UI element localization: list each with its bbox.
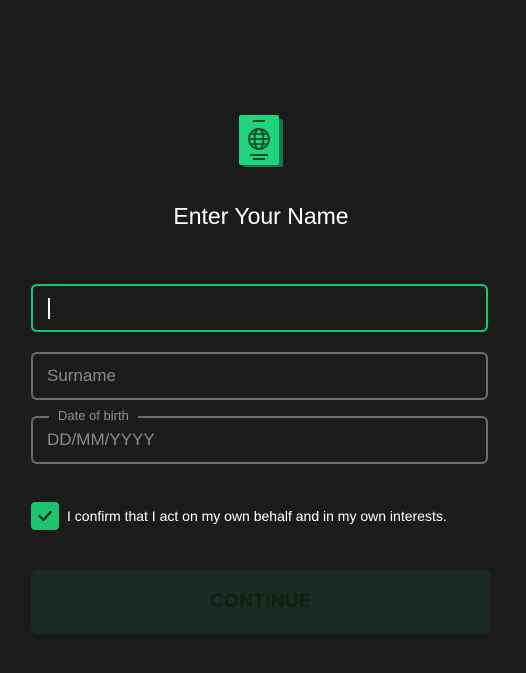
- first-name-input[interactable]: [47, 286, 467, 330]
- confirm-checkbox[interactable]: [31, 502, 59, 530]
- surname-field[interactable]: [31, 352, 488, 400]
- passport-icon: [238, 115, 286, 171]
- first-name-field[interactable]: [31, 284, 488, 332]
- page-title: Enter Your Name: [173, 203, 349, 229]
- date-of-birth-field[interactable]: Date of birth: [31, 408, 488, 464]
- confirm-label[interactable]: I confirm that I act on my own behalf an…: [67, 508, 447, 524]
- continue-button[interactable]: CONTINUE: [31, 570, 491, 634]
- date-of-birth-input[interactable]: [47, 418, 467, 462]
- text-caret: [48, 298, 50, 319]
- surname-input[interactable]: [47, 354, 467, 398]
- check-icon: [38, 510, 52, 522]
